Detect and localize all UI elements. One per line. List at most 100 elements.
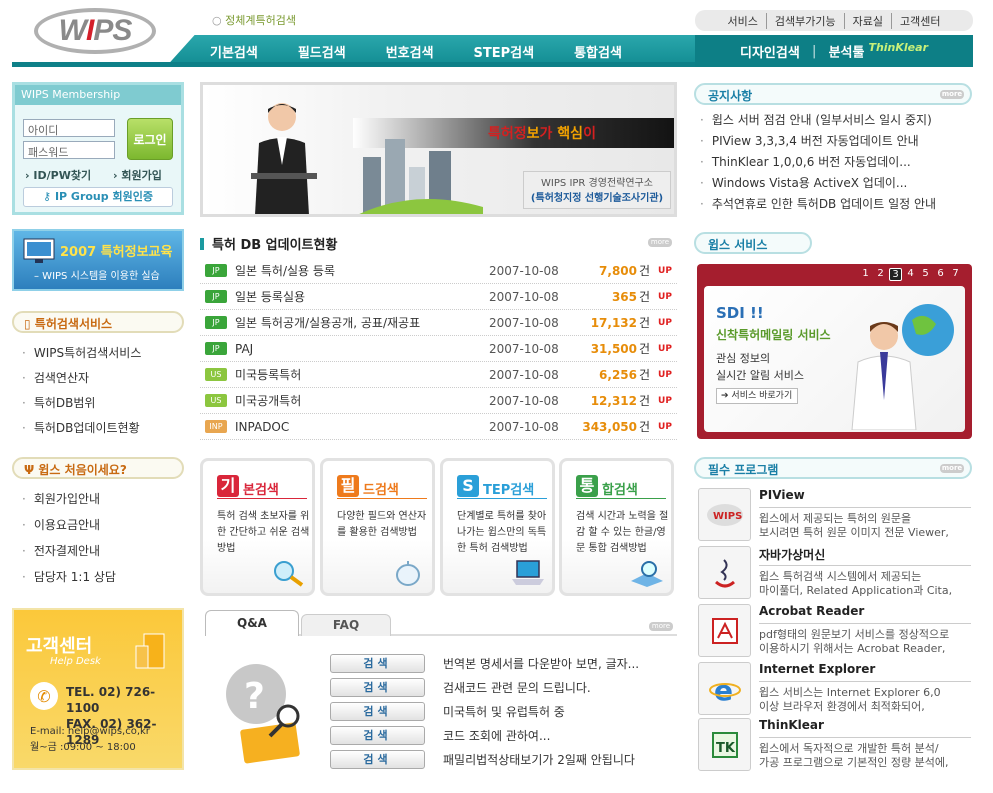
- globe-businessman-illustration: [851, 304, 954, 430]
- basic-search-box[interactable]: 기 본검색 특허 검색 초보자를 위한 간단하고 쉬운 검색방법: [200, 458, 315, 596]
- notice-item[interactable]: Windows Vista용 ActiveX 업데이...: [700, 173, 936, 194]
- nav-design-search[interactable]: 디자인검색: [740, 42, 800, 61]
- program-desc-2: 가공 프로그램으로 기본적인 정량 분석에,: [759, 756, 949, 769]
- login-button[interactable]: 로그인: [127, 118, 173, 160]
- programs-more-button[interactable]: more: [940, 464, 964, 473]
- wips-logo[interactable]: W I PS: [34, 8, 156, 54]
- field-search-box[interactable]: 필 드검색 다양한 필드와 연산자를 활용한 검색방법: [320, 458, 435, 596]
- update-row[interactable]: US 미국등록특허 2007-10-08 6,256 건 UP: [200, 362, 677, 388]
- side-item-consult[interactable]: 담당자 1:1 상담: [14, 568, 184, 594]
- notice-item[interactable]: 추석연휴로 인한 특허DB 업데이트 일정 안내: [700, 194, 936, 215]
- pager-item[interactable]: 3: [889, 268, 902, 281]
- qna-search-button[interactable]: 검색: [330, 678, 425, 697]
- update-row[interactable]: INP INPADOC 2007-10-08 343,050 건 UP: [200, 414, 677, 440]
- nav-basic-search[interactable]: 기본검색: [210, 42, 258, 61]
- qna-more-button[interactable]: more: [649, 622, 673, 631]
- join-link[interactable]: › 회원가입: [113, 167, 162, 183]
- wips-service-banner[interactable]: 1234567 SDI !! 신착특허메일링 서비스 관심 정보의 실시간 알림 …: [697, 264, 972, 439]
- side-item-operators[interactable]: 검색연산자: [14, 369, 184, 394]
- program-item[interactable]: Acrobat Reader pdf형태의 원문보기 서비스를 정상적으로 이용하시…: [698, 604, 973, 659]
- program-item[interactable]: TK ThinKlear 윕스에서 독자적으로 개발한 특허 분석/가공 프로그램…: [698, 718, 973, 773]
- pager-item[interactable]: 2: [874, 268, 887, 279]
- qna-search-button[interactable]: 검색: [330, 654, 425, 673]
- step-search-box[interactable]: S TEP검색 단계별로 특허를 찾아나가는 윕스만의 독특한 특허 검색방법: [440, 458, 555, 596]
- pager-item[interactable]: 1: [859, 268, 872, 279]
- pager-item[interactable]: 6: [934, 268, 947, 279]
- notice-item[interactable]: ThinKlear 1,0,0,6 버전 자동업데이...: [700, 152, 936, 173]
- side-item-fee-guide[interactable]: 이용요금안내: [14, 516, 184, 542]
- password-input[interactable]: 패스워드: [23, 141, 115, 159]
- side-item-db-range[interactable]: 특허DB범위: [14, 394, 184, 419]
- pager-item[interactable]: 7: [949, 268, 962, 279]
- qna-item-text[interactable]: 번역본 명세서를 다운받아 보면, 글자...: [443, 655, 639, 672]
- qna-item-text[interactable]: 미국특허 및 유럽특허 중: [443, 703, 565, 720]
- ip-group-auth-button[interactable]: ⚷ IP Group 회원인증: [23, 187, 173, 207]
- update-row[interactable]: JP 일본 특허공개/실용공개, 공표/재공표 2007-10-08 17,132 건 U…: [200, 310, 677, 336]
- program-item[interactable]: e Internet Explorer 윕스 서비스는 Internet Expl…: [698, 662, 973, 717]
- update-title[interactable]: PAJ: [235, 342, 489, 356]
- util-link-service[interactable]: 서비스: [720, 13, 766, 29]
- banner-headline-a: 특허정: [488, 126, 527, 142]
- pager-item[interactable]: 4: [904, 268, 917, 279]
- update-unit: 건: [639, 264, 651, 278]
- education-banner[interactable]: 2007 특허정보교육 – WIPS 시스템을 이용한 실습: [12, 229, 184, 291]
- field-search-title: 드검색: [363, 483, 399, 498]
- side-item-wips-search[interactable]: WIPS특허검색서비스: [14, 344, 184, 369]
- side-item-db-update[interactable]: 특허DB업데이트현황: [14, 419, 184, 444]
- side-item-join-guide[interactable]: 회원가입안내: [14, 490, 184, 516]
- integrated-search-box[interactable]: 통 합검색 검색 시간과 노력을 절감 할 수 있는 한글/영문 통합 검색방법: [559, 458, 674, 596]
- util-link-customer-center[interactable]: 고객센터: [891, 12, 948, 29]
- tab-faq[interactable]: FAQ: [301, 614, 391, 636]
- pager-item[interactable]: 5: [919, 268, 932, 279]
- update-row[interactable]: JP 일본 등록실용 2007-10-08 365 건 UP: [200, 284, 677, 310]
- nav-integrated-search[interactable]: 통합검색: [574, 42, 622, 61]
- nav-field-search[interactable]: 필드검색: [298, 42, 346, 61]
- util-link-search-tools[interactable]: 검색부가기능: [765, 12, 844, 29]
- side-item-payment-guide[interactable]: 전자결제안내: [14, 542, 184, 568]
- program-item[interactable]: WIPS PIView 윕스에서 제공되는 특허의 원문을 보시려면 특허 원문 이…: [698, 488, 973, 543]
- notice-more-button[interactable]: more: [940, 90, 964, 99]
- slogan-text: 정체계특허검색: [225, 14, 296, 27]
- notice-item[interactable]: 윕스 서버 점검 안내 (일부서비스 일시 중지): [700, 110, 936, 131]
- update-row[interactable]: US 미국공개특허 2007-10-08 12,312 건 UP: [200, 388, 677, 414]
- find-id-pw-link[interactable]: › ID/PW찾기: [25, 167, 91, 183]
- updates-more-button[interactable]: more: [648, 238, 672, 247]
- nav-step-search[interactable]: STEP검색: [474, 42, 535, 61]
- tab-qna[interactable]: Q&A: [205, 610, 299, 636]
- update-title[interactable]: 미국등록특허: [235, 366, 489, 383]
- divider: [337, 498, 427, 499]
- svg-text:e: e: [714, 674, 733, 704]
- id-input[interactable]: 아이디: [23, 119, 115, 137]
- nav-number-search[interactable]: 번호검색: [386, 42, 434, 61]
- banner-headline-b: 보: [526, 126, 540, 142]
- basic-search-initial: 기: [217, 475, 239, 497]
- update-title[interactable]: 일본 특허공개/실용공개, 공표/재공표: [235, 314, 489, 331]
- mouse-icon: [396, 561, 420, 586]
- qna-item-text[interactable]: 패밀리법적상태보기가 2일째 안됩니다: [443, 751, 635, 768]
- update-title[interactable]: INPADOC: [235, 420, 489, 434]
- update-row[interactable]: JP 일본 특허/실용 등록 2007-10-08 7,800 건 UP: [200, 258, 677, 284]
- notice-item[interactable]: PIView 3,3,3,4 버전 자동업데이트 안내: [700, 131, 936, 152]
- qna-search-button[interactable]: 검색: [330, 750, 425, 769]
- update-row[interactable]: JP PAJ 2007-10-08 31,500 건 UP: [200, 336, 677, 362]
- program-item[interactable]: 자바가상머신 윕스 특허검색 시스템에서 제공되는 마이풀더, Related Ap…: [698, 546, 973, 601]
- country-badge: JP: [205, 264, 227, 277]
- update-title[interactable]: 일본 등록실용: [235, 288, 489, 305]
- nav-analysis-tool[interactable]: 분석툴 ThinKlear: [829, 41, 928, 60]
- laptop-icon: [512, 560, 544, 585]
- notice-title: 공지사항: [708, 89, 753, 103]
- key-icon: ⚷: [43, 190, 52, 203]
- main-banner[interactable]: 특허정보가 핵심이 WIPS IPR 경영전략연구소 (특허청지정 선행기술조사…: [200, 82, 677, 217]
- qna-item-text[interactable]: 검새코드 관련 문의 드립니다.: [443, 679, 591, 696]
- program-desc-1: pdf형태의 원문보기 서비스를 정상적으로: [759, 628, 950, 641]
- service-go-button[interactable]: ➔ 서비스 바로가기: [716, 388, 798, 404]
- util-link-library[interactable]: 자료실: [843, 12, 891, 29]
- update-title[interactable]: 일본 특허/실용 등록: [235, 262, 489, 279]
- update-title[interactable]: 미국공개특허: [235, 392, 489, 409]
- qna-item-text[interactable]: 코드 조회에 관하여...: [443, 727, 550, 744]
- service-desc-1: 관심 정보의: [716, 352, 771, 365]
- qna-search-button[interactable]: 검색: [330, 726, 425, 745]
- qna-item: 검색 미국특허 및 유럽특허 중: [330, 702, 565, 721]
- service-desc: 관심 정보의 실시간 알림 서비스: [716, 350, 804, 384]
- qna-search-button[interactable]: 검색: [330, 702, 425, 721]
